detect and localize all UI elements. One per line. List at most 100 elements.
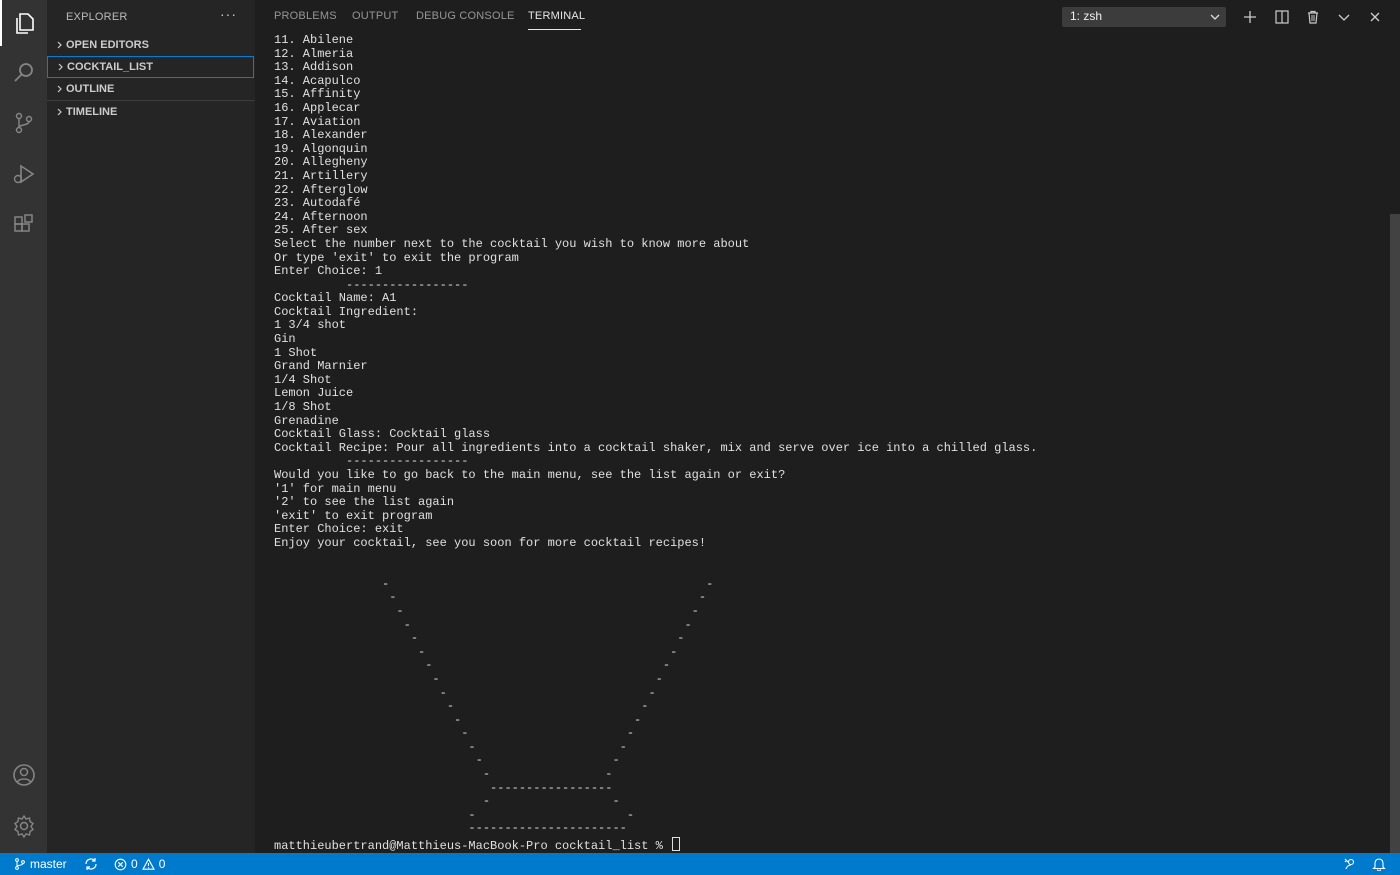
terminal-line: Or type 'exit' to exit the program: [274, 250, 519, 265]
tab-problems[interactable]: PROBLEMS: [274, 10, 337, 22]
new-terminal-icon[interactable]: [1241, 8, 1259, 26]
tab-output[interactable]: OUTPUT: [352, 10, 398, 22]
terminal-line: 17. Aviation: [274, 114, 361, 129]
terminal-line: Enter Choice: 1: [274, 264, 383, 279]
terminal-line: - -: [274, 590, 707, 605]
terminal-line: - -: [274, 699, 649, 714]
terminal-line: - -: [274, 739, 627, 754]
terminal-line: - -: [274, 576, 714, 591]
chevron-down-icon: [1210, 11, 1220, 25]
tab-debug-console[interactable]: DEBUG CONSOLE: [416, 10, 515, 22]
terminal-cursor: [672, 837, 681, 851]
terminal-line: Cocktail Recipe: Pour all ingredients in…: [274, 440, 1038, 455]
feedback-icon[interactable]: [1343, 853, 1361, 875]
activity-bar: [0, 0, 47, 853]
section-outline[interactable]: OUTLINE: [47, 78, 255, 100]
terminal-line: 15. Affinity: [274, 87, 361, 102]
terminal-line: - -: [274, 631, 685, 646]
explorer-title: EXPLORER: [66, 11, 128, 23]
files-icon[interactable]: [0, 0, 47, 46]
terminal-line: - -: [274, 671, 663, 686]
terminal-line: 11. Abilene: [274, 34, 354, 47]
section-cocktail-list[interactable]: COCKTAIL_LIST: [47, 56, 254, 78]
terminal-line: 16. Applecar: [274, 100, 361, 115]
section-label: OPEN EDITORS: [66, 39, 149, 51]
error-icon: [114, 858, 127, 870]
terminal-output[interactable]: 11. Abilene 12. Almeria 13. Addison 14. Aca…: [274, 34, 1384, 853]
sync-icon[interactable]: [84, 853, 102, 875]
terminal-line: 21. Artillery: [274, 168, 368, 183]
terminal-line: - -: [274, 685, 656, 700]
terminal-line: 12. Almeria: [274, 46, 354, 61]
terminal-line: - -: [274, 644, 678, 659]
terminal-line: - -: [274, 603, 699, 618]
terminal-select[interactable]: 1: zsh: [1062, 7, 1226, 27]
section-timeline[interactable]: TIMELINE: [47, 101, 255, 123]
chevron-right-icon: [53, 104, 66, 120]
terminal-line: Gin: [274, 332, 296, 347]
terminal-line: 14. Acapulco: [274, 73, 361, 88]
terminal-line: Enjoy your cocktail, see you soon for mo…: [274, 535, 707, 550]
panel-tab-bar: PROBLEMS OUTPUT DEBUG CONSOLE TERMINAL: [255, 0, 1400, 34]
trash-icon[interactable]: [1304, 8, 1322, 26]
tab-terminal[interactable]: TERMINAL: [528, 10, 585, 22]
section-label: COCKTAIL_LIST: [67, 61, 153, 73]
terminal-line: 24. Afternoon: [274, 209, 368, 224]
terminal-line: Select the number next to the cocktail y…: [274, 236, 750, 251]
settings-gear-icon[interactable]: [0, 803, 47, 849]
section-open-editors[interactable]: OPEN EDITORS: [47, 34, 255, 56]
terminal-line: Lemon Juice: [274, 386, 354, 401]
terminal-line: -----------------: [274, 277, 469, 292]
source-control-icon[interactable]: [0, 100, 47, 146]
terminal-line: 22. Afterglow: [274, 182, 368, 197]
terminal-line: Cocktail Glass: Cocktail glass: [274, 427, 491, 442]
terminal-line: Enter Choice: exit: [274, 522, 404, 537]
explorer-sidebar: EXPLORER ··· OPEN EDITORS COCKTAIL_LIST …: [47, 0, 255, 853]
chevron-right-icon: [53, 81, 66, 97]
terminal-line: 1 Shot: [274, 345, 318, 360]
terminal-line: Cocktail Ingredient:: [274, 304, 419, 319]
terminal-line: ----------------------: [274, 821, 627, 836]
terminal-line: '1' for main menu: [274, 481, 397, 496]
bell-icon[interactable]: [1372, 853, 1390, 875]
run-debug-icon[interactable]: [0, 151, 47, 197]
terminal-line: Grenadine: [274, 413, 339, 428]
branch-name: master: [30, 857, 67, 871]
terminal-line: 1/4 Shot: [274, 372, 332, 387]
close-panel-icon[interactable]: [1366, 8, 1384, 26]
terminal-line: Cocktail Name: A1: [274, 291, 397, 306]
terminal-prompt[interactable]: matthieubertrand@Matthieus-MacBook-Pro c…: [274, 837, 681, 853]
terminal-line: - -: [274, 767, 613, 782]
chevron-right-icon: [54, 59, 67, 75]
split-terminal-icon[interactable]: [1273, 8, 1291, 26]
terminal-line: 1/8 Shot: [274, 400, 332, 415]
terminal-line: 23. Autodafé: [274, 196, 361, 211]
status-bar: master 0 0: [0, 853, 1400, 875]
warning-count: 0: [158, 857, 166, 871]
terminal-line: - -: [274, 807, 635, 822]
problems-status[interactable]: 0 0: [114, 853, 165, 875]
terminal-line: -----------------: [274, 454, 469, 469]
account-icon[interactable]: [0, 752, 47, 798]
more-actions-icon[interactable]: ···: [220, 6, 237, 22]
active-tab-indicator: [528, 29, 581, 30]
terminal-line: - -: [274, 726, 635, 741]
terminal-scrollbar[interactable]: [1390, 214, 1400, 853]
maximize-panel-icon[interactable]: [1335, 8, 1353, 26]
terminal-line: 18. Alexander: [274, 128, 368, 143]
search-icon[interactable]: [0, 50, 47, 96]
section-label: TIMELINE: [66, 106, 118, 118]
terminal-line: 'exit' to exit program: [274, 508, 433, 523]
error-count: 0: [131, 857, 138, 871]
terminal-line: 19. Algonquin: [274, 141, 368, 156]
terminal-line: Grand Marnier: [274, 359, 368, 374]
terminal-line: -----------------: [274, 780, 613, 795]
terminal-line: - -: [274, 658, 671, 673]
terminal-select-value: 1: zsh: [1070, 9, 1103, 23]
chevron-right-icon: [53, 37, 66, 53]
branch-status[interactable]: master: [14, 853, 67, 875]
terminal-line: Would you like to go back to the main me…: [274, 468, 786, 482]
extensions-icon[interactable]: [0, 202, 47, 248]
